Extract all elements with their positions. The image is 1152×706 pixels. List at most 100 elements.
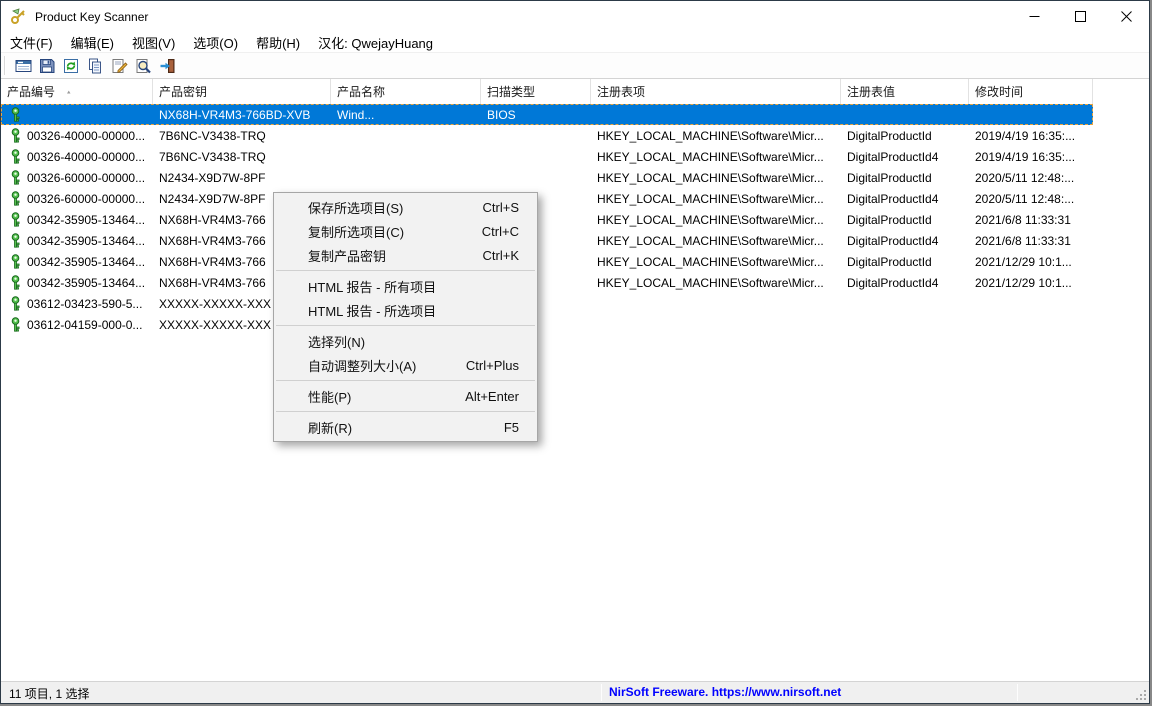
column-header-label: 注册表项 — [597, 83, 645, 100]
cell: HKEY_LOCAL_MACHINE\Software\Micr... — [591, 230, 841, 251]
status-item-count: 11 项目, 1 选择 — [9, 685, 89, 702]
table-row[interactable]: 00342-35905-13464...NX68H-VR4M3-766HKEY_… — [1, 209, 1093, 230]
cell-text: 00342-35905-13464... — [27, 234, 145, 248]
column-header-0[interactable]: 产品编号▴ — [1, 79, 153, 104]
cell-text: 2019/4/19 16:35:... — [975, 150, 1075, 164]
menubar-item-1[interactable]: 编辑(E) — [62, 31, 123, 54]
menu-item-label: 选择列(N) — [308, 332, 365, 351]
menu-item-label: 自动调整列大小(A) — [308, 356, 416, 375]
report-icon[interactable] — [11, 55, 35, 77]
menu-bar: 文件(F)编辑(E)视图(V)选项(O)帮助(H)汉化: QwejayHuang — [1, 32, 1149, 53]
table-row[interactable]: 00326-60000-00000...N2434-X9D7W-8PFHKEY_… — [1, 188, 1093, 209]
app-window: Product Key Scanner 文件(F)编辑(E)视图(V)选项(O)… — [0, 0, 1150, 704]
context-menu-item-2[interactable]: 复制产品密钥Ctrl+K — [274, 243, 537, 267]
column-header-3[interactable]: 扫描类型 — [481, 79, 591, 104]
cell-text: 00326-60000-00000... — [27, 171, 145, 185]
cell-text: 00342-35905-13464... — [27, 213, 145, 227]
cell: 03612-04159-000-0... — [1, 314, 153, 335]
list-rows: NX68H-VR4M3-766BD-XVBWind...BIOS 00326-40… — [1, 104, 1149, 335]
cell-text: 2020/5/11 12:48:... — [975, 192, 1074, 206]
cell: 00342-35905-13464... — [1, 272, 153, 293]
exit-icon[interactable] — [155, 55, 179, 77]
menu-item-label: 性能(P) — [308, 387, 351, 406]
minimize-icon[interactable] — [1011, 1, 1057, 32]
table-row[interactable]: 00326-40000-00000...7B6NC-V3438-TRQHKEY_… — [1, 146, 1093, 167]
cell-text: HKEY_LOCAL_MACHINE\Software\Micr... — [597, 129, 824, 143]
cell: 00326-60000-00000... — [1, 188, 153, 209]
status-divider — [601, 684, 602, 701]
save-icon[interactable] — [35, 55, 59, 77]
table-row[interactable]: NX68H-VR4M3-766BD-XVBWind...BIOS — [1, 104, 1093, 125]
key-icon — [9, 296, 22, 311]
menu-item-label: HTML 报告 - 所选项目 — [308, 301, 436, 320]
cell: N2434-X9D7W-8PF — [153, 167, 331, 188]
menu-item-label: 保存所选项目(S) — [308, 198, 403, 217]
menubar-item-4[interactable]: 帮助(H) — [247, 31, 309, 54]
cell-text: HKEY_LOCAL_MACHINE\Software\Micr... — [597, 213, 824, 227]
cell: NX68H-VR4M3-766BD-XVB — [153, 104, 331, 125]
column-header-4[interactable]: 注册表项 — [591, 79, 841, 104]
properties-icon[interactable] — [107, 55, 131, 77]
table-row[interactable]: 03612-03423-590-5...XXXXX-XXXXX-XXX — [1, 293, 1093, 314]
column-header-6[interactable]: 修改时间 — [969, 79, 1093, 104]
column-header-label: 扫描类型 — [487, 83, 535, 100]
find-icon[interactable] — [131, 55, 155, 77]
column-header-label: 产品编号 — [7, 83, 55, 100]
context-menu-item-8[interactable]: 自动调整列大小(A)Ctrl+Plus — [274, 353, 537, 377]
cell: 00342-35905-13464... — [1, 251, 153, 272]
context-menu-item-1[interactable]: 复制所选项目(C)Ctrl+C — [274, 219, 537, 243]
cell-text: XXXXX-XXXXX-XXX — [159, 318, 271, 332]
table-row[interactable]: 00342-35905-13464...NX68H-VR4M3-766HKEY_… — [1, 251, 1093, 272]
column-header-2[interactable]: 产品名称 — [331, 79, 481, 104]
cell: DigitalProductId4 — [841, 272, 969, 293]
cell — [591, 104, 841, 125]
cell-text: 00342-35905-13464... — [27, 255, 145, 269]
maximize-icon[interactable] — [1057, 1, 1103, 32]
table-row[interactable]: 03612-04159-000-0... XXXXX-XXXXX-XXX — [1, 314, 1093, 335]
cell-text: 2019/4/19 16:35:... — [975, 129, 1075, 143]
copy-icon[interactable] — [83, 55, 107, 77]
cell: 7B6NC-V3438-TRQ — [153, 125, 331, 146]
refresh-page-icon[interactable] — [59, 55, 83, 77]
context-menu-item-0[interactable]: 保存所选项目(S)Ctrl+S — [274, 195, 537, 219]
menu-separator — [276, 270, 535, 271]
menubar-item-3[interactable]: 选项(O) — [184, 31, 247, 54]
column-header-5[interactable]: 注册表值 — [841, 79, 969, 104]
context-menu: 保存所选项目(S)Ctrl+S复制所选项目(C)Ctrl+C复制产品密钥Ctrl… — [273, 192, 538, 442]
cell-text: 00326-60000-00000... — [27, 192, 145, 206]
cell-text: 00326-40000-00000... — [27, 150, 145, 164]
cell — [969, 314, 1093, 335]
menubar-item-5[interactable]: 汉化: QwejayHuang — [309, 31, 442, 54]
column-header-1[interactable]: 产品密钥 — [153, 79, 331, 104]
cell-text: HKEY_LOCAL_MACHINE\Software\Micr... — [597, 276, 824, 290]
cell-text: HKEY_LOCAL_MACHINE\Software\Micr... — [597, 234, 824, 248]
table-row[interactable]: 00326-40000-00000... 7B6NC-V3438-TRQ HKEY_… — [1, 125, 1093, 146]
table-row[interactable]: 00342-35905-13464...NX68H-VR4M3-766HKEY_… — [1, 230, 1093, 251]
table-row[interactable]: 00342-35905-13464...NX68H-VR4M3-766HKEY_… — [1, 272, 1093, 293]
cell-text: HKEY_LOCAL_MACHINE\Software\Micr... — [597, 192, 824, 206]
context-menu-item-12[interactable]: 刷新(R)F5 — [274, 415, 537, 439]
cell: 00342-35905-13464... — [1, 209, 153, 230]
menubar-item-0[interactable]: 文件(F) — [1, 31, 62, 54]
context-menu-item-4[interactable]: HTML 报告 - 所有项目 — [274, 274, 537, 298]
key-icon — [9, 128, 22, 143]
cell — [481, 146, 591, 167]
key-icon — [9, 254, 22, 269]
cell: 2021/6/8 11:33:31 — [969, 230, 1093, 251]
nirsoft-link[interactable]: NirSoft Freeware. https://www.nirsoft.ne… — [609, 685, 841, 699]
table-row[interactable]: 00326-60000-00000...N2434-X9D7W-8PFHKEY_… — [1, 167, 1093, 188]
close-icon[interactable] — [1103, 1, 1149, 32]
tool-bar — [1, 53, 1149, 79]
cell: HKEY_LOCAL_MACHINE\Software\Micr... — [591, 209, 841, 230]
cell — [481, 125, 591, 146]
resize-grip-icon[interactable] — [1135, 689, 1148, 702]
context-menu-item-5[interactable]: HTML 报告 - 所选项目 — [274, 298, 537, 322]
cell-text: XXXXX-XXXXX-XXX — [159, 297, 271, 311]
cell: 00342-35905-13464... — [1, 230, 153, 251]
menubar-item-2[interactable]: 视图(V) — [123, 31, 184, 54]
menu-separator — [276, 411, 535, 412]
context-menu-item-7[interactable]: 选择列(N) — [274, 329, 537, 353]
cell-text: 00326-40000-00000... — [27, 129, 145, 143]
context-menu-item-10[interactable]: 性能(P)Alt+Enter — [274, 384, 537, 408]
menu-separator — [276, 380, 535, 381]
